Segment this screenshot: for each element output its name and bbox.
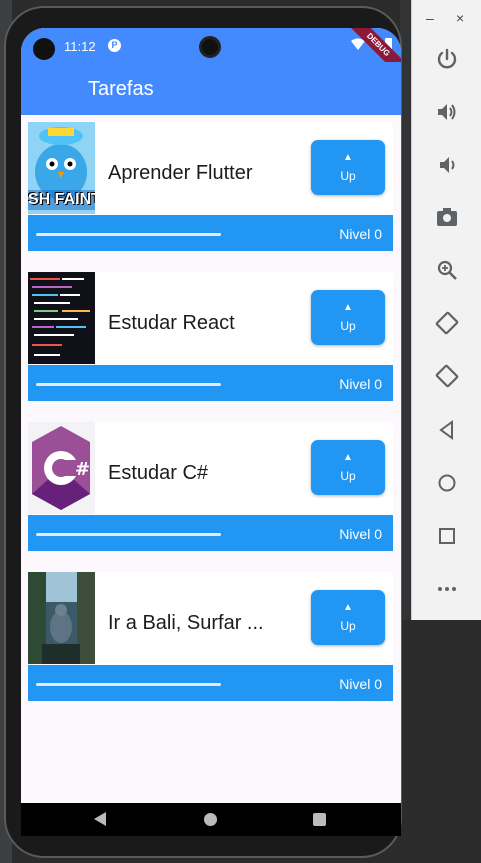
more-icon[interactable] bbox=[432, 574, 462, 604]
level-label: Nivel 0 bbox=[339, 676, 382, 692]
task-thumbnail: SH FAINT bbox=[28, 122, 95, 214]
level-progress-bar bbox=[36, 683, 221, 686]
rotate-right-icon[interactable] bbox=[432, 361, 462, 391]
up-button-label: Up bbox=[340, 318, 356, 333]
task-card: Estudar React ▲ Up bbox=[28, 272, 393, 372]
level-bar: Nivel 0 bbox=[28, 665, 393, 701]
task-card: # Estudar C# ▲ Up bbox=[28, 422, 393, 522]
camera-dot-icon bbox=[33, 38, 55, 60]
zoom-icon[interactable] bbox=[432, 255, 462, 285]
up-button[interactable]: ▲ Up bbox=[311, 590, 385, 645]
code-screen-image-icon bbox=[28, 272, 95, 364]
arrow-up-icon: ▲ bbox=[343, 601, 353, 613]
power-icon[interactable] bbox=[432, 44, 462, 74]
up-button[interactable]: ▲ Up bbox=[311, 290, 385, 345]
arrow-up-icon: ▲ bbox=[343, 301, 353, 313]
back-icon[interactable] bbox=[432, 415, 462, 445]
up-button-label: Up bbox=[340, 168, 356, 183]
svg-text:#: # bbox=[75, 459, 90, 480]
up-button-label: Up bbox=[340, 618, 356, 633]
app-screen: 11:12 P DEBUG Tarefas SH FAINT Aprender … bbox=[21, 28, 401, 836]
arrow-up-icon: ▲ bbox=[343, 151, 353, 163]
level-progress-bar bbox=[36, 233, 221, 236]
minimize-button[interactable]: – bbox=[426, 10, 434, 26]
level-label: Nivel 0 bbox=[339, 376, 382, 392]
overview-icon[interactable] bbox=[432, 521, 462, 551]
back-icon[interactable] bbox=[94, 812, 106, 826]
volume-down-icon[interactable] bbox=[432, 150, 462, 180]
app-bar: Tarefas bbox=[21, 62, 401, 115]
arrow-up-icon: ▲ bbox=[343, 451, 353, 463]
level-label: Nivel 0 bbox=[339, 226, 382, 242]
rotate-left-icon[interactable] bbox=[432, 308, 462, 338]
up-button[interactable]: ▲ Up bbox=[311, 140, 385, 195]
notification-icon: P bbox=[108, 39, 121, 52]
task-thumbnail bbox=[28, 572, 95, 664]
close-button[interactable]: × bbox=[456, 10, 464, 26]
camera-icon[interactable] bbox=[432, 202, 462, 232]
system-nav-bar bbox=[21, 803, 401, 836]
task-item: # Estudar C# ▲ Up Nivel 0 bbox=[28, 422, 393, 552]
up-button[interactable]: ▲ Up bbox=[311, 440, 385, 495]
level-progress-bar bbox=[36, 383, 221, 386]
bali-temple-image-icon bbox=[28, 572, 95, 664]
task-card: Ir a Bali, Surfar ... ▲ Up bbox=[28, 572, 393, 672]
level-label: Nivel 0 bbox=[339, 526, 382, 542]
emulator-side-panel: – × bbox=[411, 0, 481, 620]
level-bar: Nivel 0 bbox=[28, 515, 393, 551]
front-camera-icon bbox=[199, 36, 221, 58]
up-button-label: Up bbox=[340, 468, 356, 483]
task-item: SH FAINT Aprender Flutter ▲ Up Nivel 0 bbox=[28, 122, 393, 252]
task-name: Aprender Flutter bbox=[108, 162, 253, 184]
level-bar: Nivel 0 bbox=[28, 215, 393, 251]
home-icon[interactable] bbox=[432, 468, 462, 498]
level-bar: Nivel 0 bbox=[28, 365, 393, 401]
task-thumbnail: # bbox=[28, 422, 95, 514]
recent-apps-icon[interactable] bbox=[313, 813, 326, 826]
phone-frame: 11:12 P DEBUG Tarefas SH FAINT Aprender … bbox=[4, 6, 402, 858]
task-item: Estudar React ▲ Up Nivel 0 bbox=[28, 272, 393, 402]
volume-up-icon[interactable] bbox=[432, 97, 462, 127]
task-name: Ir a Bali, Surfar ... bbox=[108, 612, 264, 634]
task-card: SH FAINT Aprender Flutter ▲ Up bbox=[28, 122, 393, 222]
thumbnail-caption: SH FAINT bbox=[28, 191, 95, 208]
task-name: Estudar React bbox=[108, 312, 235, 334]
task-name: Estudar C# bbox=[108, 462, 209, 484]
task-item: Ir a Bali, Surfar ... ▲ Up Nivel 0 bbox=[28, 572, 393, 702]
csharp-logo-icon: # bbox=[28, 422, 95, 514]
task-thumbnail bbox=[28, 272, 95, 364]
page-title: Tarefas bbox=[88, 78, 154, 100]
level-progress-bar bbox=[36, 533, 221, 536]
home-icon[interactable] bbox=[204, 813, 217, 826]
desktop-background-bottom bbox=[400, 620, 481, 863]
status-bar: 11:12 P DEBUG bbox=[21, 28, 401, 82]
status-time: 11:12 bbox=[64, 39, 96, 54]
